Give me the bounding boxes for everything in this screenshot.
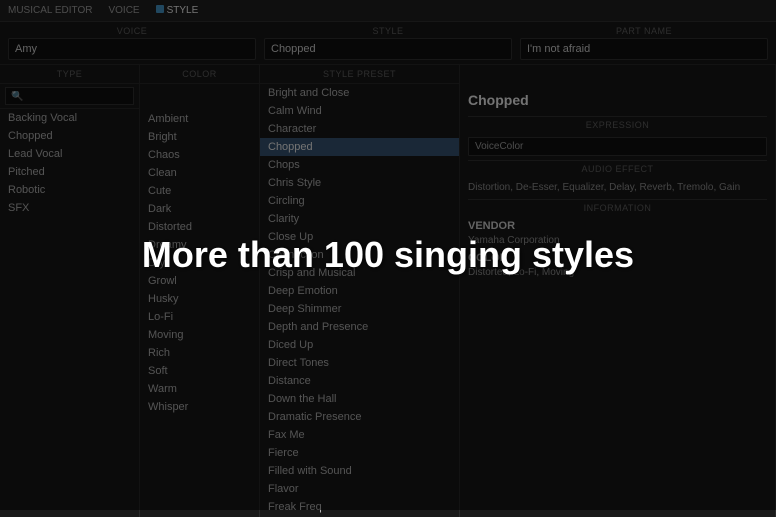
color-item-husky[interactable]: Husky: [140, 290, 259, 308]
style-item-down-hall[interactable]: Down the Hall: [260, 390, 459, 408]
color-info-value: Distorted, Lo-Fi, Moving: [468, 266, 767, 280]
style-input[interactable]: [264, 38, 512, 60]
style-preset-list: Bright and Close Calm Wind Character Cho…: [260, 84, 459, 517]
part-name-field-group: PART NAME: [520, 26, 768, 60]
color-item-bright[interactable]: Bright: [140, 128, 259, 146]
color-item-clean[interactable]: Clean: [140, 164, 259, 182]
type-list: Backing Vocal Chopped Lead Vocal Pitched…: [0, 109, 139, 517]
voice-label: VOICE: [8, 26, 256, 36]
vendor-value: Yamaha Corporation: [468, 234, 767, 248]
style-item-deep-shimmer[interactable]: Deep Shimmer: [260, 300, 459, 318]
style-item-circling[interactable]: Circling: [260, 192, 459, 210]
color-item-lofi[interactable]: Lo-Fi: [140, 308, 259, 326]
style-preset-header: STYLE PRESET: [260, 65, 459, 84]
info-panel: INFO Chopped EXPRESSION VoiceColor AUDIO…: [460, 65, 776, 517]
voice-input[interactable]: [8, 38, 256, 60]
audio-effect-label: AUDIO EFFECT: [468, 160, 767, 177]
style-preset-panel: STYLE PRESET Bright and Close Calm Wind …: [260, 65, 460, 517]
style-item-distance[interactable]: Distance: [260, 372, 459, 390]
part-name-input[interactable]: [520, 38, 768, 60]
style-item-depth-presence[interactable]: Depth and Presence: [260, 318, 459, 336]
color-item-moving[interactable]: Moving: [140, 326, 259, 344]
style-item-filled-sound[interactable]: Filled with Sound: [260, 462, 459, 480]
style-item-direct-tones[interactable]: Direct Tones: [260, 354, 459, 372]
type-panel-header: TYPE: [0, 65, 139, 84]
style-item-chris-style[interactable]: Chris Style: [260, 174, 459, 192]
color-item-growl[interactable]: Growl: [140, 272, 259, 290]
info-content: Chopped EXPRESSION VoiceColor AUDIO EFFE…: [460, 84, 775, 292]
color-panel-header: COLOR: [140, 65, 259, 84]
style-item-flavor[interactable]: Flavor: [260, 480, 459, 498]
style-item-chops[interactable]: Chops: [260, 156, 459, 174]
vendor-label: VENDOR: [468, 220, 767, 232]
style-item-close-up[interactable]: Close Up: [260, 228, 459, 246]
color-info-label: COLOR: [468, 252, 767, 264]
style-item-diced-up[interactable]: Diced Up: [260, 336, 459, 354]
color-panel: COLOR Ambient Bright Chaos Clean Cute Da…: [140, 65, 260, 517]
style-item-crisp-musical[interactable]: Crisp and Musical: [260, 264, 459, 282]
style-item-dramatic-presence[interactable]: Dramatic Presence: [260, 408, 459, 426]
color-item-whisper[interactable]: Whisper: [140, 398, 259, 416]
information-label: INFORMATION: [468, 199, 767, 216]
style-field-group: STYLE: [264, 26, 512, 60]
color-item-rich[interactable]: Rich: [140, 344, 259, 362]
search-box: [0, 84, 139, 109]
expression-field: VoiceColor: [468, 137, 767, 156]
style-item-character[interactable]: Character: [260, 120, 459, 138]
color-item-dreamy[interactable]: Dreamy: [140, 236, 259, 254]
nav-voice[interactable]: VOICE: [108, 5, 139, 16]
info-title: Chopped: [468, 92, 767, 108]
color-item-dark[interactable]: Dark: [140, 200, 259, 218]
style-label: STYLE: [264, 26, 512, 36]
part-name-label: PART NAME: [520, 26, 768, 36]
expression-label: EXPRESSION: [468, 116, 767, 133]
style-item-chopped[interactable]: Chopped: [260, 138, 459, 156]
color-item-ambient[interactable]: Ambient: [140, 110, 259, 128]
fields-row: VOICE STYLE PART NAME: [0, 22, 776, 65]
color-list: Ambient Bright Chaos Clean Cute Dark Dis…: [140, 110, 259, 517]
type-panel: TYPE Backing Vocal Chopped Lead Vocal Pi…: [0, 65, 140, 517]
nav-musical-editor[interactable]: MUSICAL EDITOR: [8, 5, 92, 16]
style-item-fierce[interactable]: Fierce: [260, 444, 459, 462]
type-item-sfx[interactable]: SFX: [0, 199, 139, 217]
style-item-calm-wind[interactable]: Calm Wind: [260, 102, 459, 120]
color-item-warm[interactable]: Warm: [140, 380, 259, 398]
color-item-dry[interactable]: Dry: [140, 254, 259, 272]
style-item-connection[interactable]: Connection: [260, 246, 459, 264]
type-item-pitched[interactable]: Pitched: [0, 163, 139, 181]
style-item-deep-emotion[interactable]: Deep Emotion: [260, 282, 459, 300]
style-item-fax-me[interactable]: Fax Me: [260, 426, 459, 444]
type-item-chopped[interactable]: Chopped: [0, 127, 139, 145]
audio-effect-text: Distortion, De-Esser, Equalizer, Delay, …: [468, 181, 767, 195]
color-item-distorted[interactable]: Distorted: [140, 218, 259, 236]
style-item-clarity[interactable]: Clarity: [260, 210, 459, 228]
type-item-robotic[interactable]: Robotic: [0, 181, 139, 199]
top-nav: MUSICAL EDITOR VOICE STYLE: [0, 0, 776, 22]
main-area: TYPE Backing Vocal Chopped Lead Vocal Pi…: [0, 65, 776, 517]
style-item-bright-close[interactable]: Bright and Close: [260, 84, 459, 102]
color-item-cute[interactable]: Cute: [140, 182, 259, 200]
type-search-input[interactable]: [5, 87, 134, 105]
color-item-soft[interactable]: Soft: [140, 362, 259, 380]
type-item-lead-vocal[interactable]: Lead Vocal: [0, 145, 139, 163]
style-item-freak-freq[interactable]: Freak Freq: [260, 498, 459, 516]
color-item-chaos[interactable]: Chaos: [140, 146, 259, 164]
nav-style[interactable]: STYLE: [156, 5, 199, 16]
voice-field-group: VOICE: [8, 26, 256, 60]
type-item-backing-vocal[interactable]: Backing Vocal: [0, 109, 139, 127]
style-dot-icon: [156, 5, 164, 13]
